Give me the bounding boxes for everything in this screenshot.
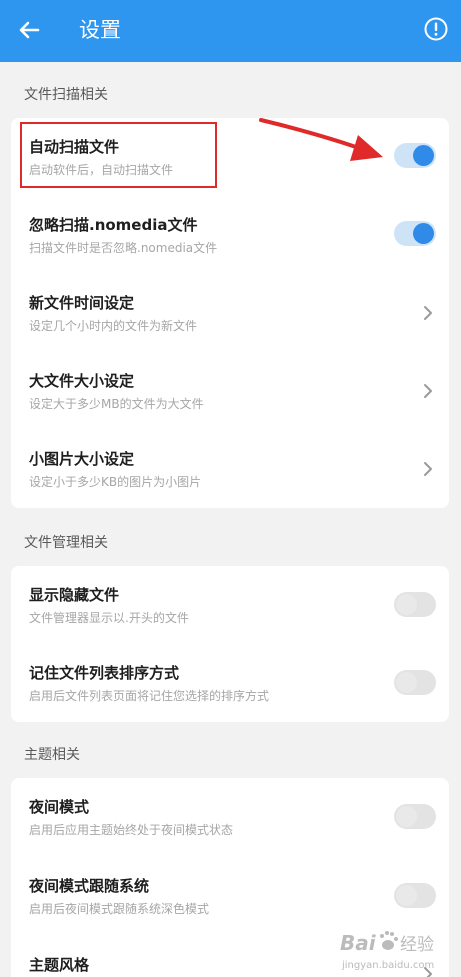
auto-scan-toggle[interactable] (394, 143, 436, 168)
setting-description: 设定大于多少MB的文件为大文件 (29, 397, 204, 411)
setting-row-night-mode[interactable]: 夜间模式 启用后应用主题始终处于夜间模式状态 (11, 778, 449, 857)
chevron-right-icon (424, 384, 432, 398)
watermark-brand: Bai (340, 931, 377, 955)
settings-card-file-management: 显示隐藏文件 文件管理器显示以.开头的文件 记住文件列表排序方式 启用后文件列表… (11, 566, 449, 722)
night-follow-system-toggle[interactable] (394, 883, 436, 908)
setting-row-small-image-size[interactable]: 小图片大小设定 设定小于多少KB的图片为小图片 (11, 430, 449, 508)
toggle-knob (413, 145, 434, 166)
setting-label: 主题风格 (29, 956, 90, 974)
setting-row-night-follow-system[interactable]: 夜间模式跟随系统 启用后夜间模式跟随系统深色模式 (11, 857, 449, 936)
setting-label: 显示隐藏文件 (29, 586, 120, 604)
setting-row-ignore-nomedia[interactable]: 忽略扫描.nomedia文件 扫描文件时是否忽略.nomedia文件 (11, 196, 449, 274)
watermark-url: jingyan.baidu.com (341, 960, 434, 971)
setting-description: 设定几个小时内的文件为新文件 (29, 319, 198, 333)
setting-label: 小图片大小设定 (29, 450, 135, 468)
section-title-file-scan: 文件扫描相关 (24, 87, 108, 103)
info-icon[interactable] (424, 17, 448, 41)
setting-description: 扫描文件时是否忽略.nomedia文件 (29, 241, 218, 255)
app-bar: 设置 (0, 0, 461, 62)
back-arrow-icon[interactable] (14, 15, 44, 45)
chevron-right-icon (424, 462, 432, 476)
setting-description: 启用后文件列表页面将记住您选择的排序方式 (29, 689, 270, 703)
setting-label: 大文件大小设定 (29, 372, 135, 390)
night-mode-toggle[interactable] (394, 804, 436, 829)
show-hidden-toggle[interactable] (394, 592, 436, 617)
toggle-knob (396, 594, 417, 615)
red-pointer-arrow-icon (259, 118, 383, 161)
remember-sort-toggle[interactable] (394, 670, 436, 695)
toggle-knob (396, 672, 417, 693)
highlight-box (20, 122, 217, 188)
toggle-knob (396, 885, 417, 906)
setting-description: 文件管理器显示以.开头的文件 (29, 611, 189, 625)
section-title-file-management: 文件管理相关 (24, 535, 108, 551)
setting-description: 设定小于多少KB的图片为小图片 (29, 475, 202, 489)
setting-row-new-file-time[interactable]: 新文件时间设定 设定几个小时内的文件为新文件 (11, 274, 449, 352)
watermark-suffix: 经验 (400, 935, 434, 955)
toggle-knob (413, 223, 434, 244)
setting-label: 夜间模式 (29, 798, 90, 816)
ignore-nomedia-toggle[interactable] (394, 221, 436, 246)
setting-description: 启用后夜间模式跟随系统深色模式 (29, 902, 210, 916)
section-title-theme: 主题相关 (24, 747, 80, 763)
setting-row-remember-sort[interactable]: 记住文件列表排序方式 启用后文件列表页面将记住您选择的排序方式 (11, 644, 449, 722)
setting-description: 启用后应用主题始终处于夜间模式状态 (29, 823, 234, 837)
setting-label: 夜间模式跟随系统 (29, 877, 150, 895)
paw-icon (380, 931, 398, 950)
setting-label: 记住文件列表排序方式 (29, 664, 180, 682)
setting-label: 忽略扫描.nomedia文件 (29, 216, 198, 234)
page-title: 设置 (79, 18, 121, 42)
setting-row-large-file-size[interactable]: 大文件大小设定 设定大于多少MB的文件为大文件 (11, 352, 449, 430)
chevron-right-icon (424, 306, 432, 320)
setting-label: 新文件时间设定 (29, 294, 135, 312)
setting-row-show-hidden[interactable]: 显示隐藏文件 文件管理器显示以.开头的文件 (11, 566, 449, 644)
toggle-knob (396, 806, 417, 827)
baidu-jingyan-watermark: Bai 经验 jingyan.baidu.com (340, 931, 434, 971)
